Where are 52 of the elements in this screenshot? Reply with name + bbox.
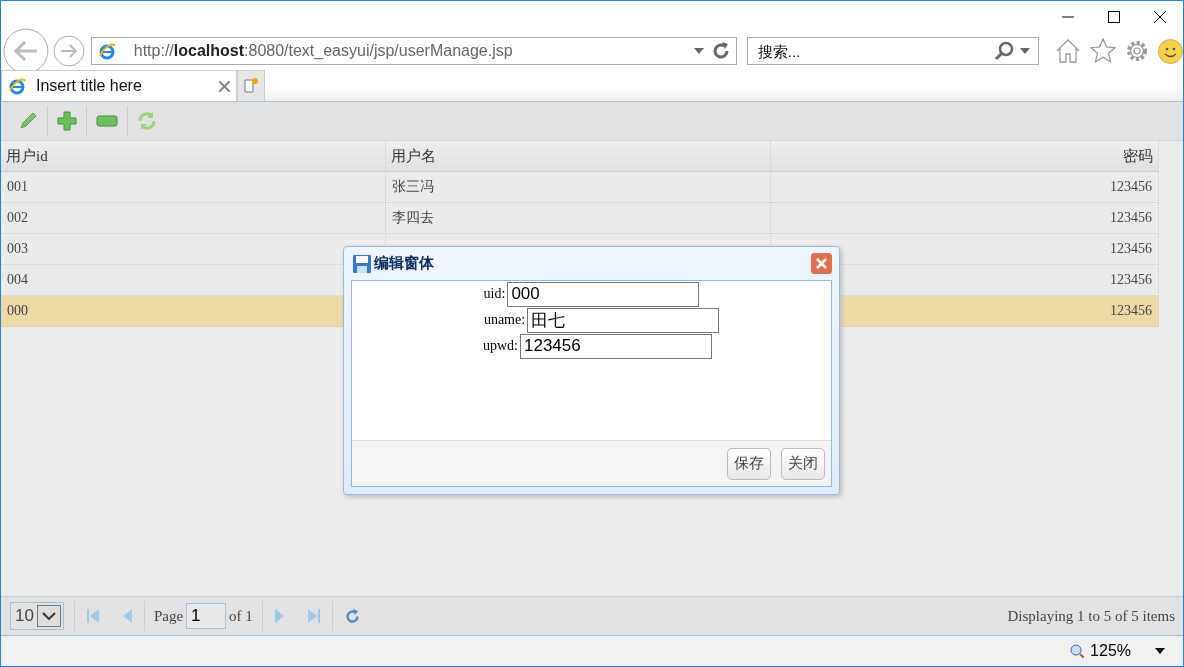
tab-title: Insert title here bbox=[36, 77, 143, 95]
remove-icon[interactable] bbox=[96, 114, 118, 128]
page-total: of 1 bbox=[229, 607, 253, 625]
add-icon[interactable] bbox=[57, 111, 77, 131]
field-label: upwd: bbox=[483, 338, 518, 354]
search-box[interactable]: 搜索... bbox=[746, 37, 1039, 65]
new-tab-button[interactable] bbox=[237, 70, 265, 101]
address-bar[interactable]: http://localhost:8080/text_easyui/jsp/userManage.jsp bbox=[90, 37, 737, 65]
search-icon[interactable] bbox=[994, 41, 1014, 61]
table-cell: 123456 bbox=[771, 172, 1159, 203]
zoom-icon[interactable] bbox=[1070, 644, 1085, 658]
table-cell: 001 bbox=[1, 172, 386, 203]
column-header[interactable]: 密码 bbox=[771, 141, 1159, 172]
dialog-button[interactable]: 关闭 bbox=[781, 447, 825, 480]
settings-icon[interactable] bbox=[1125, 39, 1149, 63]
forward-icon[interactable] bbox=[52, 35, 85, 67]
home-icon[interactable] bbox=[1055, 38, 1081, 64]
input-field[interactable]: 田七 bbox=[527, 307, 720, 333]
chevron-down-icon[interactable] bbox=[41, 612, 56, 620]
url-text: http://localhost:8080/text_easyui/jsp/userManage.jsp bbox=[132, 42, 514, 60]
zoom-level[interactable]: 125% bbox=[1090, 642, 1131, 660]
field-label: uid: bbox=[483, 286, 506, 302]
smiley-icon[interactable] bbox=[1158, 38, 1183, 64]
column-header[interactable]: 用户id bbox=[1, 141, 386, 172]
page-summary: Displaying 1 to 5 of 5 items bbox=[1007, 607, 1175, 625]
dropdown-caret-icon[interactable] bbox=[1155, 648, 1165, 654]
browser-tab[interactable]: Insert title here bbox=[1, 70, 237, 101]
close-icon[interactable] bbox=[1154, 11, 1166, 23]
browser-logo-icon bbox=[8, 77, 26, 95]
table-cell: 002 bbox=[1, 203, 386, 234]
page-size-value: 10 bbox=[15, 606, 34, 626]
page-label: Page bbox=[153, 607, 184, 625]
browser-logo-icon bbox=[97, 42, 116, 60]
page-number-field[interactable]: 1 bbox=[186, 603, 227, 629]
maximize-icon[interactable] bbox=[1108, 11, 1120, 23]
column-header[interactable]: 用户名 bbox=[386, 141, 771, 172]
refresh-icon[interactable] bbox=[711, 42, 730, 60]
dialog-button[interactable]: 保存 bbox=[727, 447, 771, 480]
close-icon bbox=[816, 258, 827, 269]
refresh-icon[interactable] bbox=[344, 608, 360, 624]
pencil-icon[interactable] bbox=[18, 111, 38, 131]
close-button[interactable] bbox=[811, 253, 832, 274]
star-icon[interactable] bbox=[1090, 38, 1116, 64]
new-page-icon bbox=[243, 78, 259, 94]
table-cell: 李四去 bbox=[386, 203, 771, 234]
field-label: uname: bbox=[483, 312, 526, 328]
input-field[interactable]: 123456 bbox=[520, 333, 712, 359]
search-field[interactable]: 搜索... bbox=[755, 41, 988, 61]
table-cell: 张三冯 bbox=[386, 172, 771, 203]
table-cell: 123456 bbox=[771, 203, 1159, 234]
input-field[interactable]: 000 bbox=[507, 281, 700, 307]
page-size-select[interactable]: 10 bbox=[10, 602, 64, 630]
